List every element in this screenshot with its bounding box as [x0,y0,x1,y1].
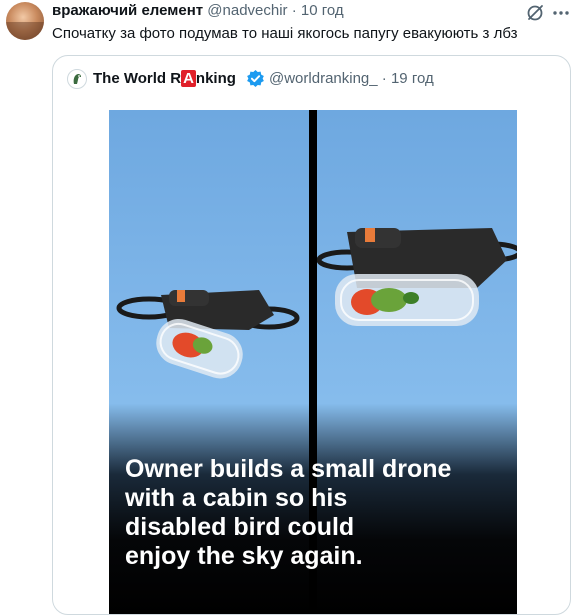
author-handle[interactable]: @nadvechir [207,2,287,19]
caption-line-2: with a cabin so his [125,484,348,512]
author-name-part1: The World R [93,70,182,87]
author-name-highlight: A [181,70,196,87]
tweet-text: Спочатку за фото подумав то наші якогось… [52,25,518,42]
more-dots-icon[interactable] [551,3,571,23]
quoted-author-name[interactable]: The World R Anking [93,70,236,87]
caption-line-4: enjoy the sky again. [125,542,363,570]
quoted-tweet-card[interactable]: The World R Anking @worldranking_ · 19 го… [52,55,571,615]
quoted-time[interactable]: 19 год [391,70,434,87]
tweet-time[interactable]: 10 год [301,2,344,19]
avatar-shade [6,22,44,40]
quoted-separator: · [381,70,387,87]
verified-badge-icon [246,69,265,88]
author-name-part2: nking [195,70,236,87]
quoted-media[interactable]: Owner builds a small drone with a cabin … [109,110,517,614]
parrot-logo-icon[interactable] [67,69,87,89]
quoted-handle-line: @worldranking_ · 19 год [269,70,434,87]
author-name[interactable]: вражаючий елемент [52,2,203,19]
caption-line-1: Owner builds a small drone [125,455,452,483]
tweet-header: вражаючий елемент @nadvechir · 10 год [52,2,344,19]
caption-line-3: disabled bird could [125,513,355,541]
author-avatar[interactable] [6,2,44,40]
quoted-handle[interactable]: @worldranking_ [269,70,378,87]
grok-slash-icon[interactable] [525,3,545,23]
media-caption: Owner builds a small drone with a cabin … [125,455,485,571]
separator-dot: · [291,2,297,19]
